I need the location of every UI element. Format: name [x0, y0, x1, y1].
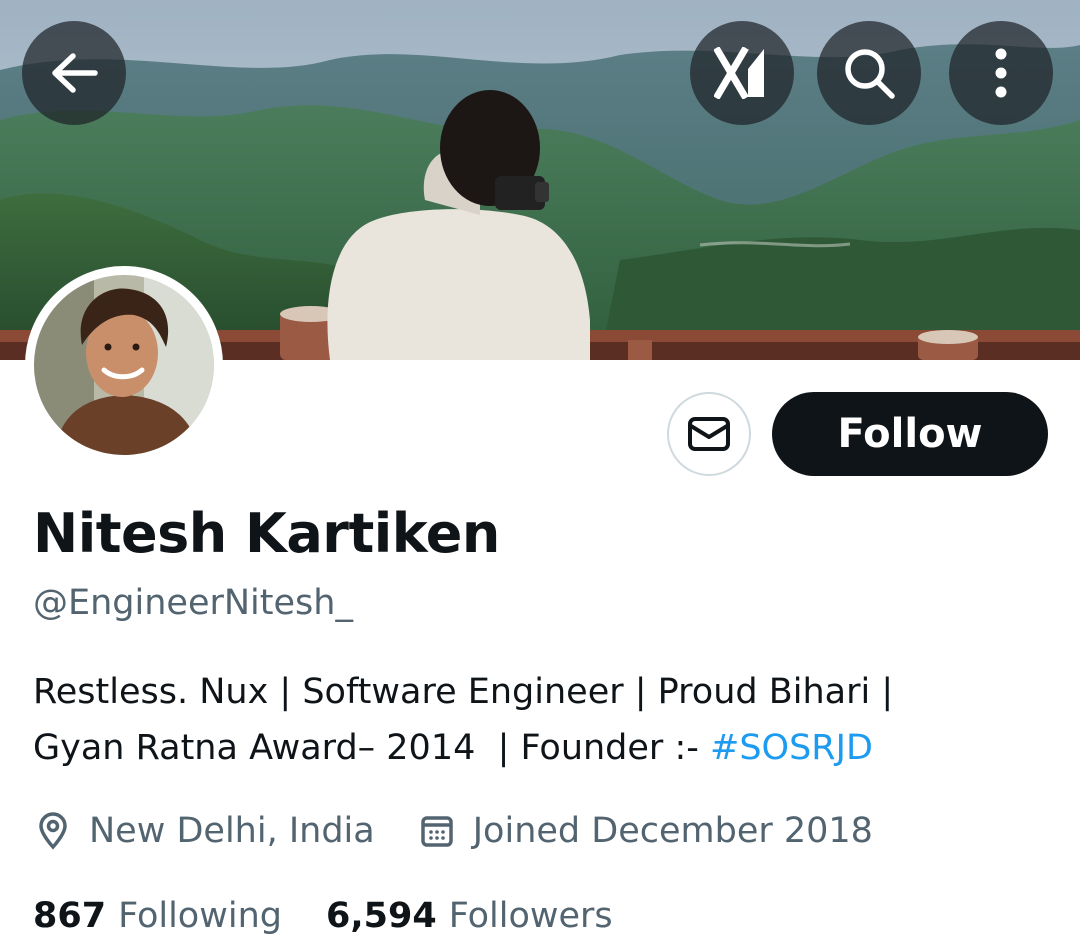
- mail-icon: [688, 417, 730, 451]
- grok-button[interactable]: [690, 21, 794, 125]
- followers-link[interactable]: 6,594 Followers: [326, 896, 613, 936]
- joined-text: Joined December 2018: [472, 811, 873, 851]
- calendar-icon: [417, 811, 457, 851]
- location-text: New Delhi, India: [89, 811, 375, 851]
- more-vertical-icon: [995, 48, 1007, 98]
- bio-line-2-text: Gyan Ratna Award– 2014 | Founder :-: [33, 728, 710, 768]
- bio-line-1: Restless. Nux | Software Engineer | Prou…: [33, 672, 894, 712]
- location-item: New Delhi, India: [33, 811, 375, 851]
- arrow-left-icon: [52, 53, 98, 93]
- location-pin-icon: [33, 811, 73, 851]
- search-button[interactable]: [817, 21, 921, 125]
- message-button[interactable]: [667, 392, 751, 476]
- bio-line-2: Gyan Ratna Award– 2014 | Founder :- #SOS…: [33, 720, 1043, 776]
- profile-bio: Restless. Nux | Software Engineer | Prou…: [33, 664, 1043, 776]
- joined-item: Joined December 2018: [417, 811, 873, 851]
- avatar-image: [34, 275, 214, 455]
- more-options-button[interactable]: [949, 21, 1053, 125]
- following-count: 867: [33, 896, 107, 936]
- avatar[interactable]: [25, 266, 223, 464]
- following-label: Following: [118, 896, 282, 936]
- following-link[interactable]: 867 Following: [33, 896, 282, 936]
- follow-button[interactable]: Follow: [772, 392, 1048, 476]
- followers-count: 6,594: [325, 896, 437, 936]
- profile-name: Nitesh Kartiken: [33, 502, 500, 565]
- profile-handle: @EngineerNitesh_: [33, 583, 353, 623]
- hashtag-link[interactable]: #SOSRJD: [710, 728, 873, 768]
- grok-icon: [714, 47, 764, 99]
- back-button[interactable]: [22, 21, 126, 125]
- search-icon: [845, 49, 895, 99]
- profile-stats: 867 Following 6,594 Followers: [33, 890, 613, 942]
- followers-label: Followers: [448, 896, 613, 936]
- profile-meta: New Delhi, India Joined December 2018: [33, 806, 873, 856]
